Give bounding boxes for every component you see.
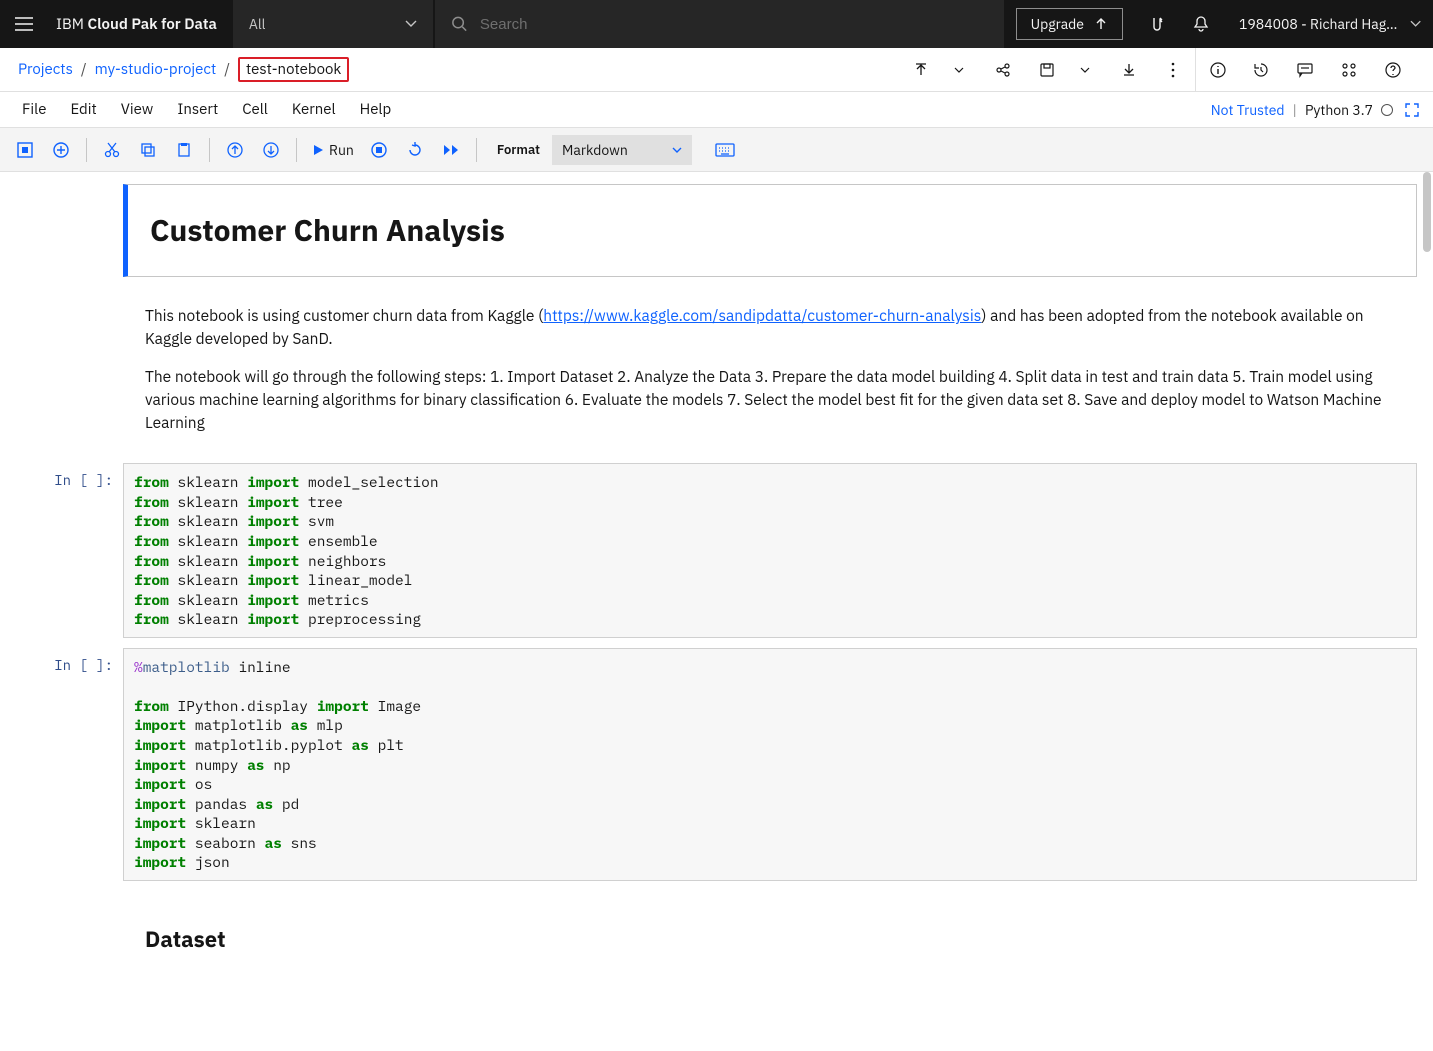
notebook-toolbar: Run Format Markdown	[0, 128, 1433, 172]
user-account-dropdown[interactable]: 1984008 - Richard Hagart...	[1223, 0, 1433, 48]
code-cell[interactable]: In [ ]: from sklearn import model_select…	[18, 463, 1417, 638]
global-header: IBM Cloud Pak for Data All Upgrade 19840…	[0, 0, 1433, 48]
overflow-menu-icon[interactable]	[1151, 48, 1195, 92]
search-input[interactable]	[480, 16, 988, 33]
upgrade-button[interactable]: Upgrade	[1016, 8, 1123, 40]
scrollbar-thumb[interactable]	[1423, 172, 1431, 252]
breadcrumb-header: Projects / my-studio-project / test-note…	[0, 48, 1433, 92]
breadcrumb: Projects / my-studio-project / test-note…	[18, 57, 349, 82]
markdown-cell[interactable]: Customer Churn Analysis	[18, 184, 1417, 277]
notebook-menu-bar: File Edit View Insert Cell Kernel Help N…	[0, 92, 1433, 128]
menu-cell[interactable]: Cell	[230, 94, 280, 125]
menu-items: File Edit View Insert Cell Kernel Help	[10, 94, 403, 125]
cut-cell-icon[interactable]	[97, 135, 127, 165]
code-cell[interactable]: In [ ]: %matplotlib inline from IPython.…	[18, 648, 1417, 881]
direction-icon[interactable]	[1135, 0, 1179, 48]
notifications-icon[interactable]	[1179, 0, 1223, 48]
hamburger-menu-icon[interactable]	[0, 0, 48, 48]
help-icon[interactable]	[1371, 48, 1415, 92]
run-button[interactable]: Run	[307, 141, 358, 159]
code-input[interactable]: from sklearn import model_selection from…	[123, 463, 1417, 638]
menu-file[interactable]: File	[10, 94, 58, 125]
restart-icon[interactable]	[400, 135, 430, 165]
scope-dropdown-label: All	[249, 15, 266, 33]
paste-cell-icon[interactable]	[169, 135, 199, 165]
breadcrumb-projects[interactable]: Projects	[18, 60, 73, 79]
chevron-down-icon	[405, 20, 417, 28]
kernel-name: Python 3.7	[1305, 101, 1373, 119]
scope-dropdown[interactable]: All	[233, 0, 433, 48]
move-up-icon[interactable]	[220, 135, 250, 165]
insert-cell-icon[interactable]	[46, 135, 76, 165]
move-down-icon[interactable]	[256, 135, 286, 165]
format-label: Format	[497, 141, 540, 158]
cell-type-select[interactable]: Markdown	[552, 135, 692, 165]
upgrade-arrow-icon	[1094, 17, 1108, 31]
markdown-cell[interactable]: This notebook is using customer churn da…	[18, 283, 1417, 457]
data-panel-icon[interactable]	[1327, 48, 1371, 92]
comment-icon[interactable]	[1283, 48, 1327, 92]
asset-action-bar	[899, 48, 1415, 92]
kernel-status-icon	[1381, 104, 1393, 116]
search-icon	[451, 15, 468, 33]
menu-help[interactable]: Help	[348, 94, 404, 125]
global-search[interactable]	[435, 0, 1004, 48]
chevron-down-icon	[672, 147, 682, 153]
markdown-cell[interactable]: Dataset	[18, 899, 1417, 962]
interrupt-icon[interactable]	[364, 135, 394, 165]
breadcrumb-current: test-notebook	[238, 57, 349, 82]
steps-paragraph: The notebook will go through the followi…	[145, 366, 1395, 436]
history-icon[interactable]	[1239, 48, 1283, 92]
cell-prompt: In [ ]:	[18, 648, 123, 881]
save-dropdown[interactable]	[1063, 48, 1107, 92]
code-input[interactable]: %matplotlib inline from IPython.display …	[123, 648, 1417, 881]
keyboard-icon[interactable]	[710, 135, 740, 165]
run-all-icon[interactable]	[436, 135, 466, 165]
publish-dropdown[interactable]	[937, 48, 981, 92]
notebook-title: Customer Churn Analysis	[150, 211, 1394, 250]
menu-insert[interactable]: Insert	[165, 94, 230, 125]
notebook-body[interactable]: Customer Churn Analysis This notebook is…	[0, 172, 1433, 1051]
breadcrumb-project[interactable]: my-studio-project	[95, 60, 217, 79]
fullscreen-icon[interactable]	[1401, 103, 1423, 117]
cell-prompt: In [ ]:	[18, 463, 123, 638]
brand-title: IBM Cloud Pak for Data	[48, 15, 233, 34]
menu-kernel[interactable]: Kernel	[280, 94, 348, 125]
intro-paragraph: This notebook is using customer churn da…	[145, 305, 1395, 352]
menu-edit[interactable]: Edit	[58, 94, 108, 125]
chevron-down-icon	[1410, 20, 1421, 28]
menu-view[interactable]: View	[109, 94, 166, 125]
save-notebook-icon[interactable]	[10, 135, 40, 165]
share-icon[interactable]	[981, 48, 1025, 92]
info-icon[interactable]	[1195, 48, 1239, 92]
kaggle-link[interactable]: https://www.kaggle.com/sandipdatta/custo…	[543, 306, 981, 326]
download-icon[interactable]	[1107, 48, 1151, 92]
section-heading: Dataset	[145, 925, 1395, 954]
copy-cell-icon[interactable]	[133, 135, 163, 165]
trust-indicator[interactable]: Not Trusted	[1211, 101, 1285, 119]
